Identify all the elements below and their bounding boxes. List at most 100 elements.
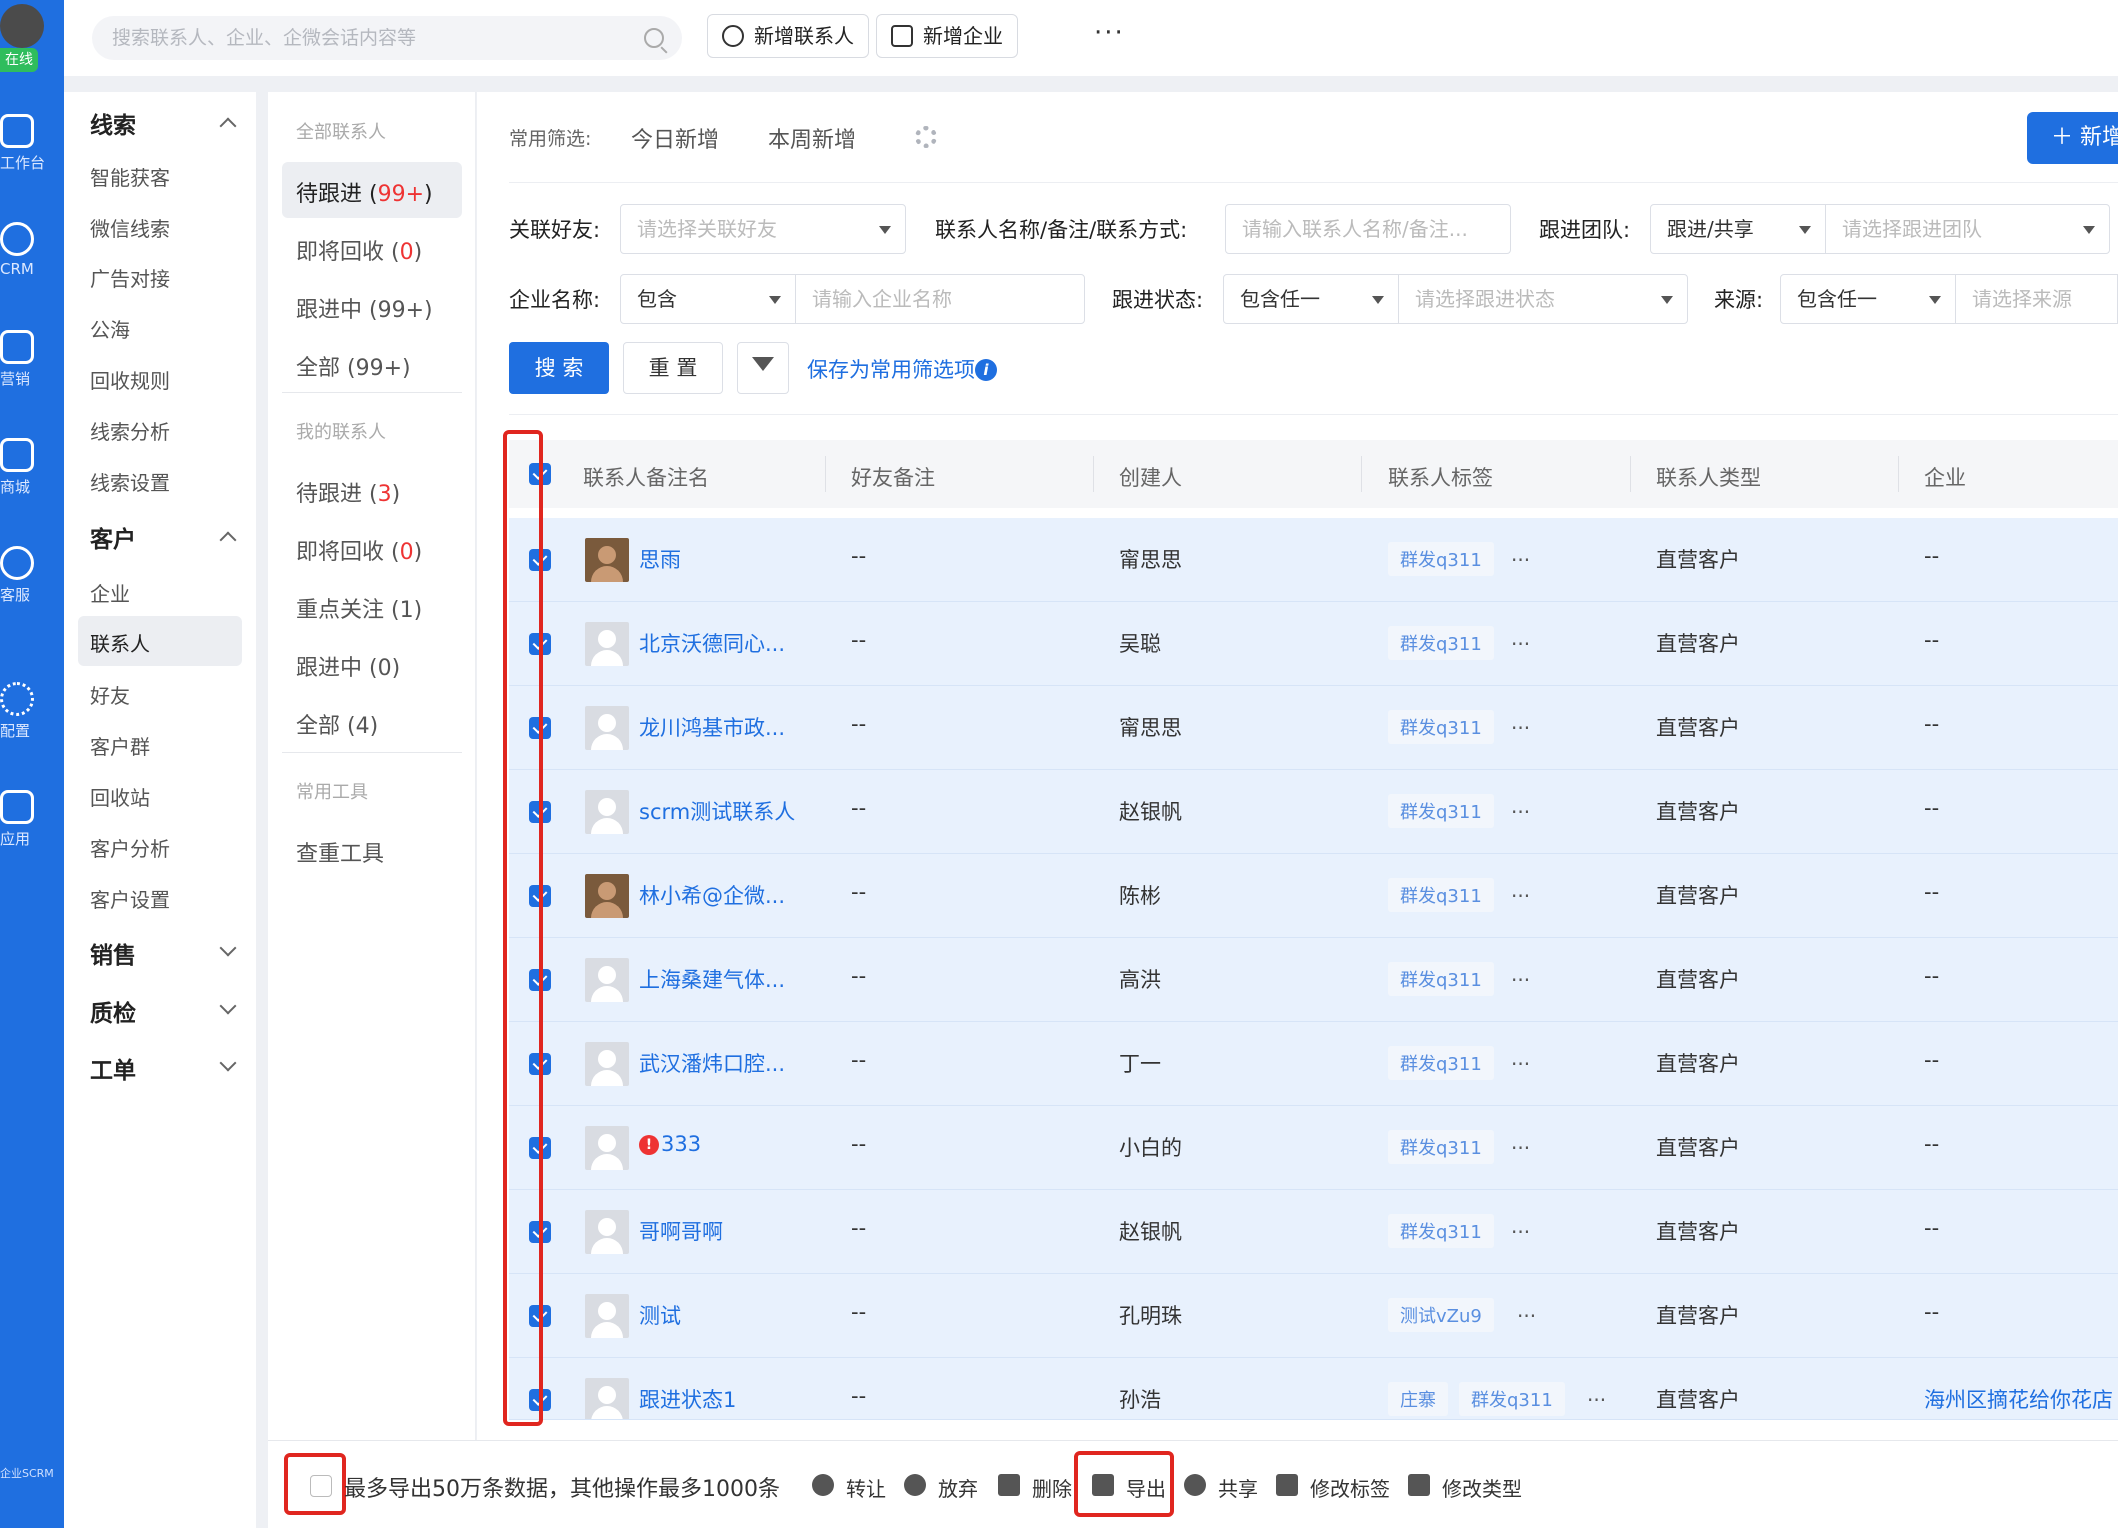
add-contact-button[interactable]: 新增联系人 xyxy=(707,14,869,58)
nav-group-sales[interactable]: 销售 xyxy=(90,936,136,970)
view-all-expiring[interactable]: 即将回收 (0) xyxy=(296,234,422,266)
table-row[interactable]: 林小希@企微... -- 陈彬 群发q311 ... 直营客户 -- xyxy=(509,854,2118,938)
user-avatar[interactable] xyxy=(0,4,44,48)
contact-name[interactable]: 思雨 xyxy=(639,544,681,574)
contact-name[interactable]: 跟进状态1 xyxy=(639,1384,736,1414)
contact-name[interactable]: 林小希@企微... xyxy=(639,880,785,910)
nav-item-contacts[interactable]: 联系人 xyxy=(90,628,150,657)
view-my-total[interactable]: 全部 (4) xyxy=(296,708,378,740)
table-row[interactable]: 龙川鸿基市政... -- 甯思思 群发q311 ... 直营客户 -- xyxy=(509,686,2118,770)
advanced-filter-icon[interactable] xyxy=(737,342,789,394)
more-tags-icon[interactable]: ... xyxy=(1511,794,1530,818)
more-tags-icon[interactable]: ... xyxy=(1511,542,1530,566)
save-common-filter-link[interactable]: 保存为常用筛选项 i xyxy=(807,354,997,384)
contact-name[interactable]: 哥啊哥啊 xyxy=(639,1216,723,1246)
more-tags-icon[interactable]: ... xyxy=(1511,962,1530,986)
nav-item-customer-analysis[interactable]: 客户分析 xyxy=(90,833,170,862)
company-input[interactable]: 请输入企业名称 xyxy=(795,274,1085,324)
contact-name[interactable]: 上海桑建气体... xyxy=(639,964,785,994)
chevron-down-icon[interactable] xyxy=(219,1054,237,1072)
view-all-pending[interactable]: 待跟进 (99+) xyxy=(296,176,433,208)
delete-button[interactable]: 删除 xyxy=(998,1473,1072,1502)
info-icon[interactable]: i xyxy=(975,359,997,381)
view-my-following[interactable]: 跟进中 (0) xyxy=(296,650,400,682)
edit-tags-button[interactable]: 修改标签 xyxy=(1276,1473,1390,1502)
name-input[interactable]: 请输入联系人名称/备注... xyxy=(1225,204,1511,254)
friend-select[interactable]: 请选择关联好友 xyxy=(620,204,906,254)
col-tags[interactable]: 联系人标签 xyxy=(1388,462,1493,492)
table-row[interactable]: 哥啊哥啊 -- 赵银帆 群发q311 ... 直营客户 -- xyxy=(509,1190,2118,1274)
status-select[interactable]: 请选择跟进状态 xyxy=(1398,274,1688,324)
global-search-input[interactable] xyxy=(112,16,632,60)
more-tags-icon[interactable]: ... xyxy=(1511,1214,1530,1238)
table-row[interactable]: 测试 -- 孔明珠 测试vZu9 ... 直营客户 -- xyxy=(509,1274,2118,1358)
edit-type-button[interactable]: 修改类型 xyxy=(1408,1473,1522,1502)
nav-item-wechat-leads[interactable]: 微信线索 xyxy=(90,213,170,242)
rail-item-config[interactable]: 配置 xyxy=(0,682,64,741)
rail-item-mall[interactable]: 商城 xyxy=(0,438,64,497)
table-row[interactable]: 北京沃德同心... -- 吴聪 群发q311 ... 直营客户 -- xyxy=(509,602,2118,686)
nav-item-public-pool[interactable]: 公海 xyxy=(90,314,130,343)
col-type[interactable]: 联系人类型 xyxy=(1656,462,1761,492)
nav-item-friends[interactable]: 好友 xyxy=(90,680,130,709)
contact-name[interactable]: scrm测试联系人 xyxy=(639,796,795,826)
view-all-total[interactable]: 全部 (99+) xyxy=(296,350,411,382)
rail-item-crm[interactable]: CRM xyxy=(0,222,64,278)
more-tags-icon[interactable]: ... xyxy=(1511,878,1530,902)
col-creator[interactable]: 创建人 xyxy=(1119,462,1182,492)
table-row[interactable]: 思雨 -- 甯思思 群发q311 ... 直营客户 -- xyxy=(509,518,2118,602)
more-tags-icon[interactable]: ... xyxy=(1511,1046,1530,1070)
source-mode-select[interactable]: 包含任一 xyxy=(1780,274,1956,324)
team-select[interactable]: 请选择跟进团队 xyxy=(1825,204,2110,254)
col-friend-note[interactable]: 好友备注 xyxy=(851,462,935,492)
col-company[interactable]: 企业 xyxy=(1924,462,1966,492)
nav-item-customer-groups[interactable]: 客户群 xyxy=(90,731,150,760)
status-mode-select[interactable]: 包含任一 xyxy=(1223,274,1399,324)
view-all-following[interactable]: 跟进中 (99+) xyxy=(296,292,433,324)
nav-group-tickets[interactable]: 工单 xyxy=(90,1051,136,1085)
more-tags-icon[interactable]: ... xyxy=(1511,1130,1530,1154)
table-row[interactable]: ! 333 -- 小白的 群发q311 ... 直营客户 -- xyxy=(509,1106,2118,1190)
more-tags-icon[interactable]: ... xyxy=(1587,1382,1606,1406)
quick-filter-week[interactable]: 本周新增 xyxy=(768,122,856,154)
nav-group-customers[interactable]: 客户 xyxy=(90,520,136,554)
more-tags-icon[interactable]: ... xyxy=(1511,626,1530,650)
search-icon[interactable] xyxy=(644,28,664,48)
team-mode-select[interactable]: 跟进/共享 xyxy=(1650,204,1826,254)
chevron-up-icon[interactable] xyxy=(219,531,237,549)
view-my-expiring[interactable]: 即将回收 (0) xyxy=(296,534,422,566)
view-my-starred[interactable]: 重点关注 (1) xyxy=(296,592,422,624)
contact-name[interactable]: 测试 xyxy=(639,1300,681,1330)
nav-item-smart-acquire[interactable]: 智能获客 xyxy=(90,162,170,191)
more-tags-icon[interactable]: ... xyxy=(1517,1298,1536,1322)
col-remark-name[interactable]: 联系人备注名 xyxy=(583,462,709,492)
quick-filter-today[interactable]: 今日新增 xyxy=(631,122,719,154)
rail-item-apps[interactable]: 应用 xyxy=(0,790,64,849)
nav-item-recycle-rules[interactable]: 回收规则 xyxy=(90,365,170,394)
contact-name[interactable]: 武汉潘炜口腔... xyxy=(639,1048,785,1078)
rail-item-service[interactable]: 客服 xyxy=(0,546,64,605)
nav-group-leads[interactable]: 线索 xyxy=(90,106,136,140)
rail-item-workbench[interactable]: 工作台 xyxy=(0,114,64,173)
nav-group-qa[interactable]: 质检 xyxy=(90,994,136,1028)
reset-button[interactable]: 重 置 xyxy=(623,342,723,394)
add-new-button[interactable]: ＋ 新增 xyxy=(2027,112,2118,164)
source-select[interactable]: 请选择来源 xyxy=(1955,274,2118,324)
dedupe-tool-link[interactable]: 查重工具 xyxy=(296,836,384,868)
add-company-button[interactable]: 新增企业 xyxy=(876,14,1018,58)
search-button[interactable]: 搜 索 xyxy=(509,342,609,394)
abandon-button[interactable]: 放弃 xyxy=(904,1473,978,1502)
company-mode-select[interactable]: 包含 xyxy=(620,274,796,324)
share-button[interactable]: 共享 xyxy=(1184,1473,1258,1502)
table-row[interactable]: 跟进状态1 -- 孙浩 庄寨 群发q311 ... 直营客户 海州区摘花给你花店 xyxy=(509,1358,2118,1420)
transfer-button[interactable]: 转让 xyxy=(812,1473,886,1502)
table-row[interactable]: scrm测试联系人 -- 赵银帆 群发q311 ... 直营客户 -- xyxy=(509,770,2118,854)
nav-item-recycle-bin[interactable]: 回收站 xyxy=(90,782,150,811)
contact-name[interactable]: ! 333 xyxy=(639,1132,701,1156)
nav-item-lead-settings[interactable]: 线索设置 xyxy=(90,467,170,496)
nav-item-company[interactable]: 企业 xyxy=(90,578,130,607)
chevron-down-icon[interactable] xyxy=(219,939,237,957)
gear-icon[interactable] xyxy=(915,126,937,148)
nav-item-lead-analysis[interactable]: 线索分析 xyxy=(90,416,170,445)
chevron-down-icon[interactable] xyxy=(219,997,237,1015)
